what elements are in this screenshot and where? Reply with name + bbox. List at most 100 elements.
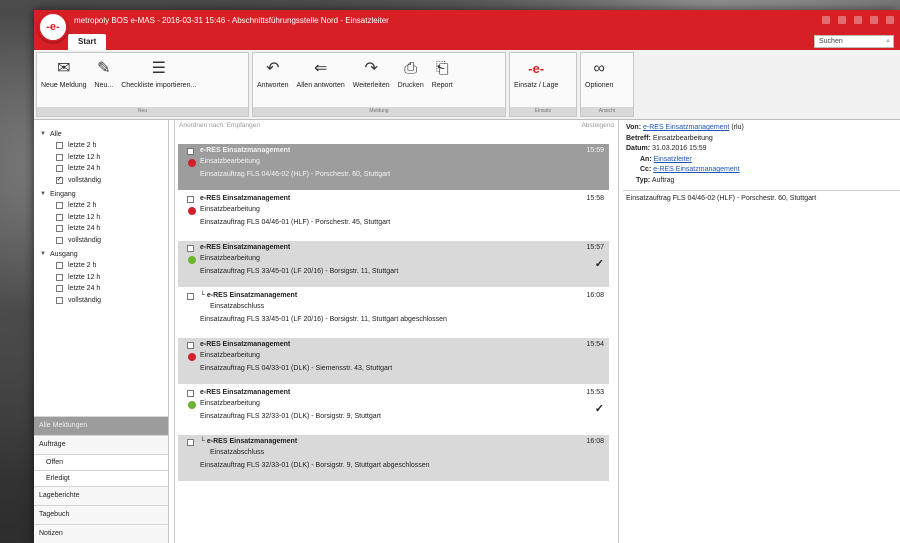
nav-diary[interactable]: Tagebuch xyxy=(34,505,168,524)
message-checkbox[interactable] xyxy=(187,293,194,300)
checkbox[interactable] xyxy=(56,213,63,221)
message-time: 16:08 xyxy=(586,438,604,445)
maximize-icon[interactable] xyxy=(870,16,878,24)
message-subject: Einsatzbearbeitung xyxy=(200,206,260,213)
message-text: Einsatzauftrag FLS 33/45-01 (LF 20/16) -… xyxy=(200,268,399,275)
subject-row: Betreff: Einsatzbearbeitung xyxy=(626,135,900,146)
forward-button[interactable]: ↷ Weiterleiten xyxy=(349,53,394,107)
sort-by-label[interactable]: Anordnen nach: Empfangen xyxy=(179,122,260,130)
tree-item[interactable]: letzte 2 h xyxy=(40,260,168,272)
tree-group-ausgang[interactable]: ▼ Ausgang xyxy=(40,248,168,260)
message-subject: Einsatzabschluss xyxy=(210,303,265,310)
app-window: -e- metropoly BOS e-MAS - 2016-03-31 15:… xyxy=(34,10,900,543)
reply-button[interactable]: ↶ Antworten xyxy=(253,53,293,107)
import-checklist-button[interactable]: ☰ Checkliste importieren... xyxy=(117,53,200,107)
settings-icon[interactable] xyxy=(838,16,846,24)
message-checkbox[interactable] xyxy=(187,245,194,252)
checkbox[interactable] xyxy=(56,142,63,150)
tree-item-label: letzte 24 h xyxy=(68,285,101,293)
message-header: Von: e-RES Einsatzmanagement (rlu) Betre… xyxy=(623,120,900,187)
help-icon[interactable] xyxy=(822,16,830,24)
nav-orders[interactable]: Aufträge xyxy=(34,435,168,454)
collapse-arrow-icon[interactable]: ▼ xyxy=(40,191,50,197)
new-message-button[interactable]: ✉ Neue Meldung xyxy=(37,53,91,107)
message-checkbox[interactable] xyxy=(187,196,194,203)
message-checkbox[interactable] xyxy=(187,439,194,446)
tree-item[interactable]: letzte 2 h xyxy=(40,200,168,212)
tree-item[interactable]: letzte 12 h xyxy=(40,272,168,284)
cc-value[interactable]: e-RES Einsatzmanagement xyxy=(653,166,739,173)
print-button[interactable]: ⎙ Drucken xyxy=(394,53,428,107)
nav-notes[interactable]: Notizen xyxy=(34,524,168,543)
tree-item[interactable]: vollständig xyxy=(40,295,168,307)
report-icon: ⎗ xyxy=(435,60,449,77)
checkbox[interactable] xyxy=(56,273,63,281)
message-row[interactable]: e-RES Einsatzmanagement Einsatzbearbeitun… xyxy=(178,241,609,287)
operation-situation-button[interactable]: -e- Einsatz / Lage xyxy=(510,53,562,107)
reply-label: Antworten xyxy=(257,82,289,89)
minimize-icon[interactable] xyxy=(854,16,862,24)
tree-item[interactable]: letzte 2 h xyxy=(40,140,168,152)
checkbox[interactable] xyxy=(56,225,63,233)
collapse-arrow-icon[interactable]: ▼ xyxy=(40,131,50,137)
ribbon-group-operation: -e- Einsatz / Lage Einsatz xyxy=(509,52,577,117)
checkbox[interactable] xyxy=(56,262,63,270)
type-label: Typ: xyxy=(636,176,651,184)
message-time: 15:53 xyxy=(586,389,604,396)
message-row[interactable]: e-RES Einsatzmanagement Einsatzbearbeitun… xyxy=(178,192,609,237)
status-red-icon xyxy=(188,207,196,215)
ribbon-group-label: Einsatz xyxy=(510,107,576,116)
message-checkbox[interactable] xyxy=(187,342,194,349)
tab-start[interactable]: Start xyxy=(68,34,107,50)
checkbox[interactable] xyxy=(56,296,63,304)
new-button[interactable]: ✎ Neu... xyxy=(91,53,118,107)
list-header: Anordnen nach: Empfangen Absteigend xyxy=(175,120,618,132)
tree-item[interactable]: ✓ vollständig xyxy=(40,175,168,187)
message-time: 15:59 xyxy=(586,147,604,154)
tree-item[interactable]: letzte 24 h xyxy=(40,223,168,235)
nav-orders-done[interactable]: Erledigt xyxy=(34,470,168,486)
from-value[interactable]: e-RES Einsatzmanagement xyxy=(643,124,729,131)
to-label: An: xyxy=(640,155,652,163)
checkbox-checked[interactable]: ✓ xyxy=(56,176,63,184)
message-checkbox[interactable] xyxy=(187,390,194,397)
to-value[interactable]: Einsatzleiter xyxy=(654,156,692,163)
message-text: Einsatzauftrag FLS 04/33-01 (DLK) - Siem… xyxy=(200,365,393,372)
checkbox[interactable] xyxy=(56,153,63,161)
options-button[interactable]: ∞ Optionen xyxy=(581,53,617,107)
to-row: An: Einsatzleiter xyxy=(626,156,900,167)
search-input[interactable]: Suchen ⌕ xyxy=(814,35,894,48)
search-placeholder: Suchen xyxy=(819,38,843,45)
tree-group-alle[interactable]: ▼ Alle xyxy=(40,128,168,140)
tree-item[interactable]: letzte 12 h xyxy=(40,212,168,224)
message-checkbox[interactable] xyxy=(187,148,194,155)
reply-icon: ↶ xyxy=(266,60,280,77)
message-text: Einsatzauftrag FLS 32/33-01 (DLK) - Bors… xyxy=(200,462,430,469)
message-row[interactable]: e-RES Einsatzmanagement Einsatzbearbeitun… xyxy=(178,144,609,190)
app-logo[interactable]: -e- xyxy=(38,12,68,42)
nav-situation-reports[interactable]: Lageberichte xyxy=(34,486,168,505)
checkbox[interactable] xyxy=(56,202,63,210)
checkbox[interactable] xyxy=(56,236,63,244)
nav-orders-open[interactable]: Offen xyxy=(34,454,168,470)
tree-group-label: Alle xyxy=(50,130,62,138)
nav-sections: Alle Meldungen Aufträge Offen Erledigt L… xyxy=(34,416,168,543)
tree-group-eingang[interactable]: ▼ Eingang xyxy=(40,188,168,200)
message-row[interactable]: └ e-RES Einsatzmanagement Einsatzabschlus… xyxy=(178,289,609,334)
tree-item[interactable]: letzte 24 h xyxy=(40,283,168,295)
search-icon[interactable]: ⌕ xyxy=(886,36,890,47)
message-row[interactable]: e-RES Einsatzmanagement Einsatzbearbeitun… xyxy=(178,386,609,431)
checkbox[interactable] xyxy=(56,285,63,293)
nav-all-messages[interactable]: Alle Meldungen xyxy=(34,416,168,435)
sort-order-label[interactable]: Absteigend xyxy=(581,122,614,130)
tree-item[interactable]: letzte 12 h xyxy=(40,152,168,164)
tree-item[interactable]: vollständig xyxy=(40,235,168,247)
reply-all-button[interactable]: ⇐ Allen antworten xyxy=(293,53,349,107)
report-button[interactable]: ⎗ Report xyxy=(428,53,457,107)
close-icon[interactable] xyxy=(886,16,894,24)
message-row[interactable]: e-RES Einsatzmanagement Einsatzbearbeitun… xyxy=(178,338,609,384)
collapse-arrow-icon[interactable]: ▼ xyxy=(40,251,50,257)
message-row[interactable]: └ e-RES Einsatzmanagement Einsatzabschlus… xyxy=(178,435,609,481)
tree-item[interactable]: letzte 24 h xyxy=(40,163,168,175)
checkbox[interactable] xyxy=(56,165,63,173)
